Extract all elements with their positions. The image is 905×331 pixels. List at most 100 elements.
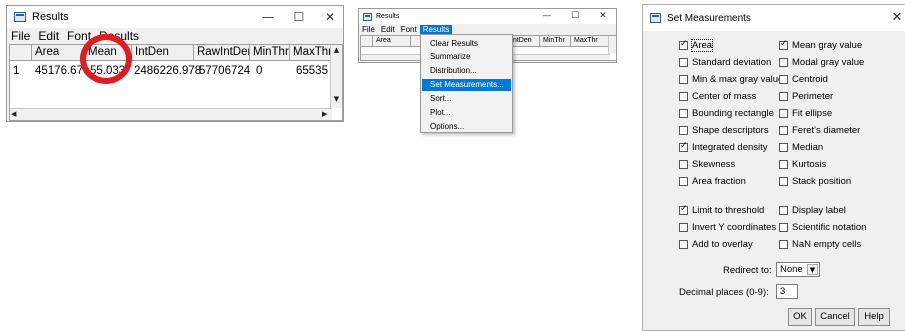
- checkbox-perimeter[interactable]: Perimeter: [779, 91, 833, 102]
- checkbox-area[interactable]: Area: [679, 39, 714, 52]
- cancel-button[interactable]: Cancel: [815, 308, 855, 326]
- menu-item-plot[interactable]: Plot...: [422, 107, 511, 119]
- redirect-select[interactable]: None ▼: [776, 262, 820, 277]
- minimize-button[interactable]: —: [537, 9, 557, 24]
- redirect-label: Redirect to:: [723, 265, 772, 276]
- scroll-down-icon[interactable]: ▼: [331, 95, 342, 103]
- checkbox-kurtosis[interactable]: Kurtosis: [779, 159, 826, 170]
- scroll-up-icon[interactable]: ▲: [331, 46, 342, 54]
- menu-edit[interactable]: Edit: [34, 29, 63, 43]
- menu-file[interactable]: File: [7, 29, 34, 43]
- checkbox-mean-gray-value[interactable]: Mean gray value: [779, 39, 863, 51]
- checkbox-min-max-gray[interactable]: Min & max gray value: [679, 74, 783, 85]
- menu-edit[interactable]: Edit: [378, 25, 398, 34]
- menu-item-sort[interactable]: Sort...: [422, 93, 511, 105]
- checkbox-shape-descriptors[interactable]: Shape descriptors: [679, 125, 769, 136]
- checkbox-box[interactable]: [679, 92, 688, 101]
- maximize-button[interactable]: ☐: [286, 6, 312, 28]
- close-button[interactable]: ✕: [593, 9, 613, 24]
- checkbox-median[interactable]: Median: [779, 142, 823, 153]
- checkbox-fit-ellipse[interactable]: Fit ellipse: [779, 108, 832, 119]
- checkbox-box[interactable]: [679, 223, 688, 232]
- checkbox-display-label[interactable]: Display label: [779, 205, 846, 216]
- checkbox-box[interactable]: [679, 39, 688, 50]
- checkbox-box[interactable]: [779, 39, 788, 50]
- checkbox-box[interactable]: [679, 126, 688, 135]
- checkbox-box[interactable]: [779, 240, 788, 249]
- menu-bar: File Edit Font Results: [7, 28, 343, 44]
- red-circle-annotation: [80, 34, 132, 84]
- help-button[interactable]: Help: [858, 308, 890, 326]
- checkbox-nan-empty-cells[interactable]: NaN empty cells: [779, 239, 861, 250]
- checkbox-box[interactable]: [779, 75, 788, 84]
- checkbox-invert-y[interactable]: Invert Y coordinates: [679, 222, 776, 233]
- decimal-places-value: 3: [780, 286, 786, 297]
- checkbox-box[interactable]: [779, 160, 788, 169]
- column-header-row[interactable]: [361, 36, 373, 46]
- dropdown-arrow-icon[interactable]: ▼: [807, 264, 818, 275]
- checkbox-box[interactable]: [779, 206, 788, 215]
- results-titlebar[interactable]: Results — ☐ ✕: [359, 9, 616, 24]
- checkbox-ferets-diameter[interactable]: Feret's diameter: [779, 125, 860, 136]
- checkbox-box[interactable]: [679, 141, 688, 152]
- column-header-maxthr[interactable]: MaxThr: [290, 45, 332, 60]
- checkbox-box[interactable]: [779, 143, 788, 152]
- dialog-titlebar[interactable]: Set Measurements ✕: [643, 5, 905, 31]
- checkbox-skewness[interactable]: Skewness: [679, 159, 735, 170]
- checkbox-area-fraction[interactable]: Area fraction: [679, 176, 746, 187]
- checkbox-box[interactable]: [679, 75, 688, 84]
- checkbox-box[interactable]: [779, 126, 788, 135]
- checkbox-box[interactable]: [679, 240, 688, 249]
- horizontal-scrollbar[interactable]: ◀ ▶: [10, 108, 332, 120]
- checkbox-stack-position[interactable]: Stack position: [779, 176, 851, 187]
- checkbox-box[interactable]: [679, 177, 688, 186]
- scroll-left-icon[interactable]: ◀: [11, 109, 16, 120]
- close-button[interactable]: ✕: [317, 6, 343, 28]
- scroll-right-icon[interactable]: ▶: [322, 109, 327, 120]
- results-titlebar[interactable]: Results — ☐ ✕: [7, 6, 343, 28]
- checkbox-centroid[interactable]: Centroid: [779, 74, 828, 85]
- column-header-intden[interactable]: IntDen: [132, 45, 194, 60]
- column-header-area[interactable]: Area: [373, 36, 411, 46]
- menu-item-summarize[interactable]: Summarize: [422, 51, 511, 63]
- checkbox-box[interactable]: [679, 58, 688, 67]
- checkbox-integrated-density[interactable]: Integrated density: [679, 141, 768, 153]
- checkbox-box[interactable]: [779, 58, 788, 67]
- vertical-scrollbar[interactable]: [608, 36, 616, 54]
- decimal-places-input[interactable]: 3: [776, 284, 798, 299]
- column-header-rawintden[interactable]: RawIntDen: [194, 45, 250, 60]
- menu-results-active[interactable]: Results: [419, 25, 453, 34]
- checkbox-center-of-mass[interactable]: Center of mass: [679, 91, 756, 102]
- menu-item-distribution[interactable]: Distribution...: [422, 65, 511, 77]
- vertical-scrollbar[interactable]: ▲ ▼: [330, 45, 342, 108]
- checkbox-box[interactable]: [779, 177, 788, 186]
- checkbox-add-to-overlay[interactable]: Add to overlay: [679, 239, 753, 250]
- column-header-row[interactable]: [10, 45, 32, 60]
- checkbox-label: Kurtosis: [792, 159, 827, 170]
- column-header-minthr[interactable]: MinThr: [250, 45, 290, 60]
- checkbox-box[interactable]: [679, 204, 688, 215]
- close-button[interactable]: ✕: [889, 5, 905, 31]
- maximize-button[interactable]: ☐: [565, 9, 585, 24]
- minimize-button[interactable]: —: [255, 6, 281, 28]
- checkbox-box[interactable]: [779, 223, 788, 232]
- checkbox-limit-to-threshold[interactable]: Limit to threshold: [679, 204, 764, 216]
- checkbox-bounding-rectangle[interactable]: Bounding rectangle: [679, 108, 774, 119]
- checkbox-box[interactable]: [779, 92, 788, 101]
- menu-item-clear-results[interactable]: Clear Results: [422, 38, 511, 50]
- menu-item-set-measurements[interactable]: Set Measurements...: [422, 79, 511, 91]
- menu-font[interactable]: Font: [398, 25, 420, 34]
- column-header-minthr[interactable]: MinThr: [540, 36, 571, 46]
- column-header-maxthr[interactable]: MaxThr: [571, 36, 609, 46]
- checkbox-label: Mean gray value: [792, 40, 863, 51]
- checkbox-box[interactable]: [779, 109, 788, 118]
- checkbox-modal-gray-value[interactable]: Modal gray value: [779, 57, 864, 68]
- menu-item-options[interactable]: Options...: [422, 121, 511, 133]
- checkbox-standard-deviation[interactable]: Standard deviation: [679, 57, 771, 68]
- checkbox-scientific-notation[interactable]: Scientific notation: [779, 222, 866, 233]
- menu-file[interactable]: File: [359, 25, 378, 34]
- checkbox-box[interactable]: [679, 160, 688, 169]
- ok-button[interactable]: OK: [788, 308, 812, 326]
- checkbox-box[interactable]: [679, 109, 688, 118]
- column-header-area[interactable]: Area: [32, 45, 85, 60]
